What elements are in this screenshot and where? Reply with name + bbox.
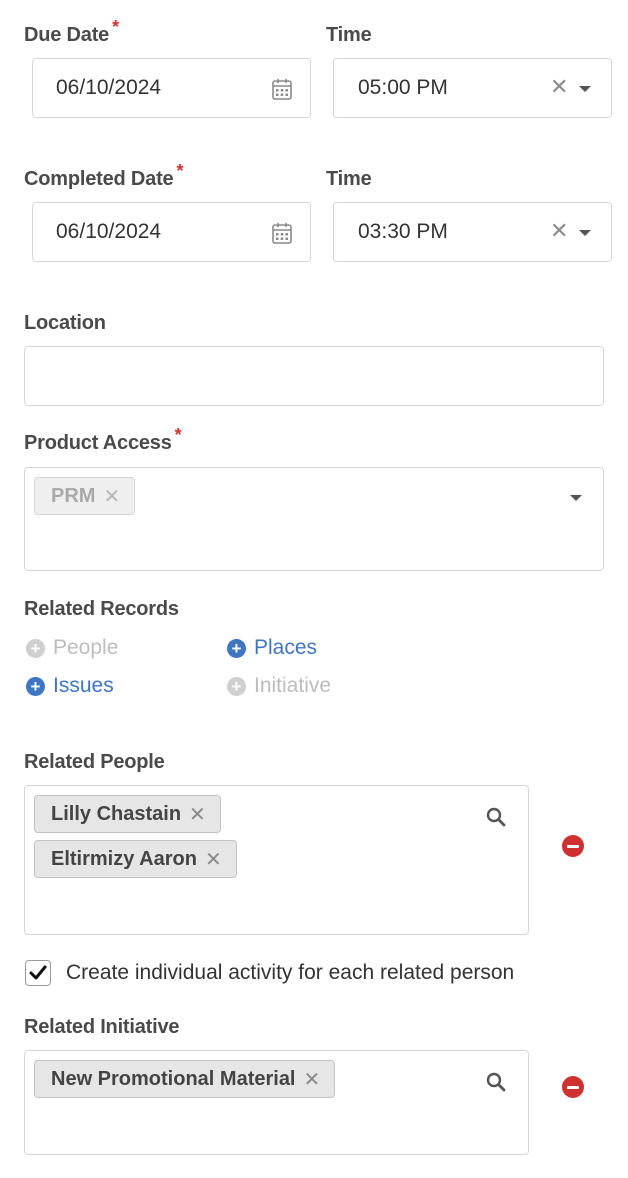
clear-x-icon[interactable]: ✕ — [550, 220, 568, 242]
related-records-initiative: + Initiative — [227, 674, 331, 698]
related-records-people: + People — [26, 636, 118, 660]
related-person-tag[interactable]: Lilly Chastain ✕ — [34, 795, 221, 833]
related-records-label: Related Records — [24, 598, 179, 620]
tag-label: Eltirmizy Aaron — [51, 847, 197, 870]
required-asterisk: * — [176, 161, 184, 181]
product-access-label-text: Product Access — [24, 432, 172, 454]
related-records-people-label: People — [53, 636, 119, 659]
related-records-issues-label[interactable]: Issues — [53, 674, 114, 698]
tag-label: PRM — [51, 484, 96, 507]
related-initiative-select[interactable]: New Promotional Material ✕ — [24, 1050, 529, 1155]
product-access-select[interactable]: PRM ✕ — [24, 467, 604, 571]
search-icon[interactable] — [486, 1072, 506, 1092]
location-input[interactable] — [24, 346, 604, 406]
checkmark-icon — [29, 965, 47, 980]
tag-remove-icon[interactable]: ✕ — [304, 1067, 321, 1092]
plus-circle-icon: + — [227, 676, 246, 696]
completed-date-label-text: Completed Date — [24, 168, 174, 190]
calendar-icon[interactable] — [272, 222, 292, 244]
clear-x-icon[interactable]: ✕ — [550, 76, 568, 98]
completed-time-select[interactable]: 03:30 PM ✕ — [333, 202, 612, 262]
completed-time-label: Time — [326, 168, 372, 190]
required-asterisk: * — [174, 425, 182, 445]
plus-circle-icon[interactable]: + — [227, 638, 246, 658]
required-asterisk: * — [112, 17, 119, 37]
related-records-initiative-label: Initiative — [254, 674, 332, 697]
tag-label: New Promotional Material — [51, 1067, 296, 1090]
related-initiative-tag[interactable]: New Promotional Material ✕ — [34, 1060, 336, 1098]
remove-circle-icon[interactable] — [562, 1076, 584, 1098]
related-people-select[interactable]: Lilly Chastain ✕ Eltirmizy Aaron ✕ — [24, 785, 529, 935]
tag-remove-icon[interactable]: ✕ — [189, 802, 206, 827]
related-records-places[interactable]: + Places — [227, 636, 317, 660]
due-time-select[interactable]: 05:00 PM ✕ — [333, 58, 612, 118]
remove-circle-icon[interactable] — [562, 835, 584, 857]
completed-time-value: 03:30 PM — [358, 220, 448, 243]
due-date-value: 06/10/2024 — [56, 76, 162, 99]
due-time-value: 05:00 PM — [358, 76, 448, 99]
individual-activity-checkbox[interactable] — [25, 960, 51, 986]
chevron-down-icon[interactable] — [579, 230, 591, 236]
related-records-issues[interactable]: + Issues — [26, 674, 114, 698]
chevron-down-icon[interactable] — [570, 495, 582, 501]
due-date-input[interactable]: 06/10/2024 — [32, 58, 311, 118]
due-date-label: Due Date * — [24, 17, 119, 47]
product-access-tag[interactable]: PRM ✕ — [34, 477, 136, 515]
calendar-icon[interactable] — [272, 78, 292, 100]
chevron-down-icon[interactable] — [579, 86, 591, 92]
plus-circle-icon: + — [26, 638, 45, 658]
tag-remove-icon[interactable]: ✕ — [103, 484, 120, 509]
due-date-label-text: Due Date — [24, 24, 110, 46]
completed-date-input[interactable]: 06/10/2024 — [32, 202, 311, 262]
tag-label: Lilly Chastain — [51, 802, 182, 825]
related-person-tag[interactable]: Eltirmizy Aaron ✕ — [34, 840, 237, 878]
tag-remove-icon[interactable]: ✕ — [205, 847, 222, 872]
completed-date-label: Completed Date * — [24, 161, 183, 191]
related-records-places-label[interactable]: Places — [254, 636, 317, 660]
related-people-label: Related People — [24, 751, 165, 773]
due-time-label: Time — [326, 24, 372, 46]
individual-activity-label[interactable]: Create individual activity for each rela… — [66, 961, 514, 985]
completed-date-value: 06/10/2024 — [56, 220, 162, 243]
related-initiative-label: Related Initiative — [24, 1016, 180, 1038]
product-access-label: Product Access * — [24, 425, 182, 455]
search-icon[interactable] — [486, 807, 506, 827]
location-label: Location — [24, 312, 106, 334]
plus-circle-icon[interactable]: + — [26, 676, 45, 696]
